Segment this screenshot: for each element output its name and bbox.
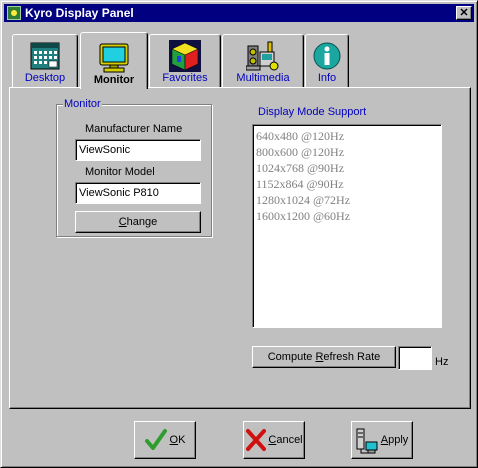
title-bar: Kyro Display Panel ✕: [4, 4, 474, 22]
manufacturer-name-field[interactable]: ViewSonic: [75, 139, 201, 161]
tab-info-label: Info: [317, 72, 337, 84]
close-button[interactable]: ✕: [456, 6, 472, 20]
info-icon: [310, 40, 344, 72]
cancel-x-icon: [245, 428, 267, 452]
monitor-icon: [97, 42, 131, 74]
refresh-unit-label: Hz: [435, 356, 449, 368]
cancel-rest: ancel: [276, 434, 303, 446]
tab-multimedia-label: Multimedia: [236, 72, 290, 84]
tab-monitor[interactable]: Monitor: [80, 32, 148, 89]
display-mode-list[interactable]: 640x480 @120Hz 800x600 @120Hz 1024x768 @…: [252, 124, 442, 328]
ok-button[interactable]: OK: [134, 421, 196, 459]
list-item[interactable]: 1024x768 @90Hz: [256, 160, 441, 176]
tab-monitor-label: Monitor: [93, 74, 135, 86]
tab-multimedia[interactable]: Multimedia: [222, 34, 304, 87]
compute-button-rest: efresh Rate: [323, 351, 381, 363]
change-button-accel: C: [118, 216, 127, 228]
list-item[interactable]: 1152x864 @90Hz: [256, 176, 441, 192]
desktop-calendar-icon: [28, 40, 62, 72]
tab-desktop[interactable]: Desktop: [12, 34, 78, 87]
ok-accel: O: [169, 434, 179, 446]
monitor-groupbox: Monitor Manufacturer Name ViewSonic Moni…: [56, 98, 212, 237]
multimedia-icon: [246, 40, 280, 72]
display-mode-title: Display Mode Support: [258, 106, 367, 118]
cancel-button[interactable]: Cancel: [243, 421, 305, 459]
list-item[interactable]: 800x600 @120Hz: [256, 144, 441, 160]
compute-button-prefix: Compute: [267, 351, 316, 363]
tab-info[interactable]: Info: [305, 34, 349, 87]
tab-favorites-label: Favorites: [162, 72, 208, 84]
list-item[interactable]: 640x480 @120Hz: [256, 128, 441, 144]
checkmark-icon: [144, 428, 167, 452]
manufacturer-name-label: Manufacturer Name: [85, 123, 183, 135]
ok-rest: K: [178, 434, 186, 446]
app-icon: [7, 6, 21, 20]
tab-favorites[interactable]: Favorites: [149, 34, 221, 87]
change-button-rest: hange: [126, 216, 158, 228]
apply-rest: pply: [388, 434, 409, 446]
tab-desktop-label: Desktop: [24, 72, 66, 84]
monitor-group-title: Monitor: [63, 98, 102, 110]
apply-accel: A: [380, 434, 389, 446]
apply-button[interactable]: Apply: [351, 421, 413, 459]
list-item[interactable]: 1600x1200 @60Hz: [256, 208, 441, 224]
kyro-display-panel-window: Kyro Display Panel ✕ Desktop Monitor Fav…: [0, 0, 478, 468]
apply-monitor-icon: [356, 428, 378, 454]
cancel-accel: C: [268, 434, 277, 446]
monitor-model-label: Monitor Model: [85, 166, 155, 178]
refresh-rate-field[interactable]: [398, 346, 432, 370]
compute-refresh-rate-button[interactable]: Compute Refresh Rate: [252, 346, 396, 368]
list-item[interactable]: 1280x1024 @72Hz: [256, 192, 441, 208]
favorites-cube-icon: [168, 40, 202, 72]
tab-panel-monitor: Monitor Manufacturer Name ViewSonic Moni…: [9, 87, 471, 409]
compute-button-accel: R: [315, 351, 324, 363]
monitor-model-field[interactable]: ViewSonic P810: [75, 182, 201, 204]
window-title: Kyro Display Panel: [25, 6, 134, 20]
change-button[interactable]: Change: [75, 211, 201, 233]
